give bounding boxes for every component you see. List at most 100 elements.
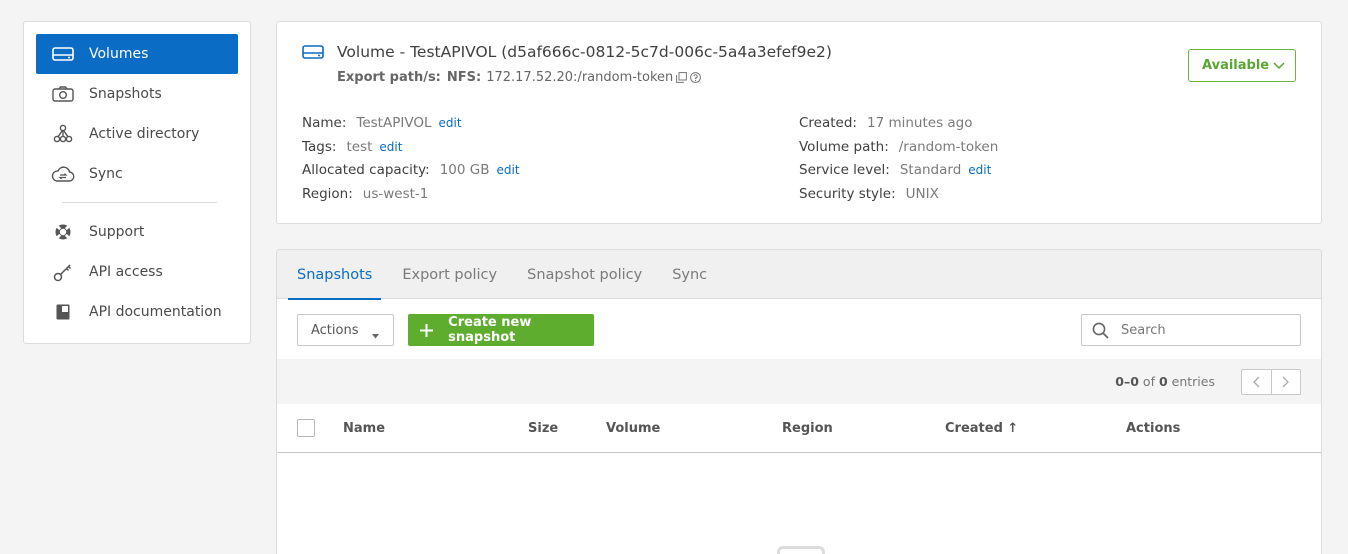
drive-icon [50,44,76,64]
drive-icon [302,42,326,62]
sidebar-item-volumes[interactable]: Volumes [36,34,238,74]
tab-sync[interactable]: Sync [663,250,716,299]
pagination-controls [1241,369,1301,395]
detail-label: Region: [302,185,353,202]
search-input[interactable] [1121,322,1291,338]
detail-value: Standard [899,162,962,179]
chevron-right-icon [1282,376,1290,388]
volume-header: Volume - TestAPIVOL (d5af666c-0812-5c7d-… [302,42,832,62]
column-created[interactable]: Created ↑ [945,421,1018,436]
prev-page-button[interactable] [1242,370,1272,394]
sidebar-item-label: API documentation [89,304,222,320]
detail-value: 17 minutes ago [866,114,973,131]
edit-service-level-link[interactable]: edit [968,163,991,177]
tab-export-policy[interactable]: Export policy [393,250,506,299]
edit-name-link[interactable]: edit [438,116,461,130]
edit-capacity-link[interactable]: edit [497,163,520,177]
empty-state-icon [777,546,825,554]
help-icon[interactable] [690,72,702,83]
column-region[interactable]: Region [782,421,833,436]
search-field[interactable] [1081,314,1301,346]
copy-icon[interactable] [676,72,688,83]
detail-value: /random-token [898,138,999,155]
pagination-range: 0–0 [1115,374,1139,389]
detail-tags: Tags: test edit [302,135,520,159]
column-actions: Actions [1126,421,1181,436]
volume-details-right: Created: 17 minutes ago Volume path: /ra… [799,111,998,206]
detail-volume-path: Volume path: /random-token [799,135,998,159]
caret-down-icon [372,328,379,343]
detail-label: Volume path: [799,138,889,155]
sidebar-item-label: Active directory [89,126,200,142]
detail-label: Security style: [799,185,896,202]
sidebar-item-label: Support [89,224,145,240]
tab-bar: Snapshots Export policy Snapshot policy … [277,250,1321,300]
sidebar-item-label: Volumes [89,46,149,62]
detail-created: Created: 17 minutes ago [799,111,998,135]
export-protocol: NFS: [446,70,482,85]
chevron-left-icon [1252,376,1260,388]
detail-allocated-capacity: Allocated capacity: 100 GB edit [302,158,520,182]
detail-value: test [346,138,373,155]
status-dropdown[interactable]: Available [1188,49,1296,82]
export-path: Export path/s: NFS: 172.17.52.20:/random… [337,70,702,85]
table-header: Name Size Volume Region Created ↑ Action… [277,404,1321,453]
export-path-label: Export path/s: [337,70,441,85]
sidebar-item-label: Snapshots [89,86,162,102]
edit-tags-link[interactable]: edit [379,140,402,154]
next-page-button[interactable] [1272,370,1301,394]
sidebar-item-snapshots[interactable]: Snapshots [36,74,238,114]
actions-dropdown[interactable]: Actions [297,314,394,346]
detail-security-style: Security style: UNIX [799,182,998,206]
pagination-summary: 0–0 of 0 entries [1115,374,1215,389]
actions-label: Actions [311,322,359,338]
column-name[interactable]: Name [343,421,385,436]
volume-details-card: Volume - TestAPIVOL (d5af666c-0812-5c7d-… [276,21,1322,224]
column-volume[interactable]: Volume [606,421,660,436]
sidebar-item-support[interactable]: Support [36,212,238,252]
detail-service-level: Service level: Standard edit [799,158,998,182]
chevron-down-icon [1273,59,1285,74]
cloud-sync-icon [50,164,76,184]
create-snapshot-button[interactable]: Create new snapshot [408,314,594,346]
sidebar-item-label: API access [89,264,163,280]
plus-icon [420,323,434,337]
detail-name: Name: TestAPIVOL edit [302,111,520,135]
column-size[interactable]: Size [528,421,558,436]
detail-value: 100 GB [439,162,490,179]
sidebar-item-sync[interactable]: Sync [36,154,238,194]
snapshots-toolbar: Actions Create new snapshot [297,314,1301,346]
detail-value: us-west-1 [362,185,429,202]
detail-value: TestAPIVOL [356,114,432,131]
pagination-bar: 0–0 of 0 entries [277,359,1321,404]
detail-value: UNIX [905,185,939,202]
pagination-of: of [1142,374,1155,389]
sidebar-item-active-directory[interactable]: Active directory [36,114,238,154]
key-icon [50,262,76,282]
select-all-checkbox[interactable] [297,419,315,437]
sidebar-divider [62,202,217,203]
detail-label: Tags: [302,138,337,155]
search-icon [1092,321,1110,339]
detail-label: Allocated capacity: [302,162,430,179]
sidebar-item-api-access[interactable]: API access [36,252,238,292]
sidebar-nav: Volumes Snapshots Active directory Sync … [23,21,251,344]
detail-label: Created: [799,114,857,131]
status-label: Available [1202,58,1270,73]
pagination-total: 0 [1158,374,1168,389]
pagination-entries: entries [1171,374,1215,389]
detail-label: Service level: [799,162,890,179]
export-path-value: 172.17.52.20:/random-token [486,70,674,85]
sidebar-item-api-documentation[interactable]: API documentation [36,292,238,332]
page-title: Volume - TestAPIVOL (d5af666c-0812-5c7d-… [337,43,832,61]
book-icon [50,302,76,322]
lifebuoy-icon [50,222,76,242]
detail-label: Name: [302,114,347,131]
create-snapshot-label: Create new snapshot [448,315,532,345]
tab-snapshots[interactable]: Snapshots [288,250,382,300]
directory-tree-icon [50,124,76,144]
camera-icon [50,84,76,104]
snapshots-panel: Snapshots Export policy Snapshot policy … [276,249,1322,554]
sidebar-item-label: Sync [89,166,123,182]
tab-snapshot-policy[interactable]: Snapshot policy [518,250,651,299]
